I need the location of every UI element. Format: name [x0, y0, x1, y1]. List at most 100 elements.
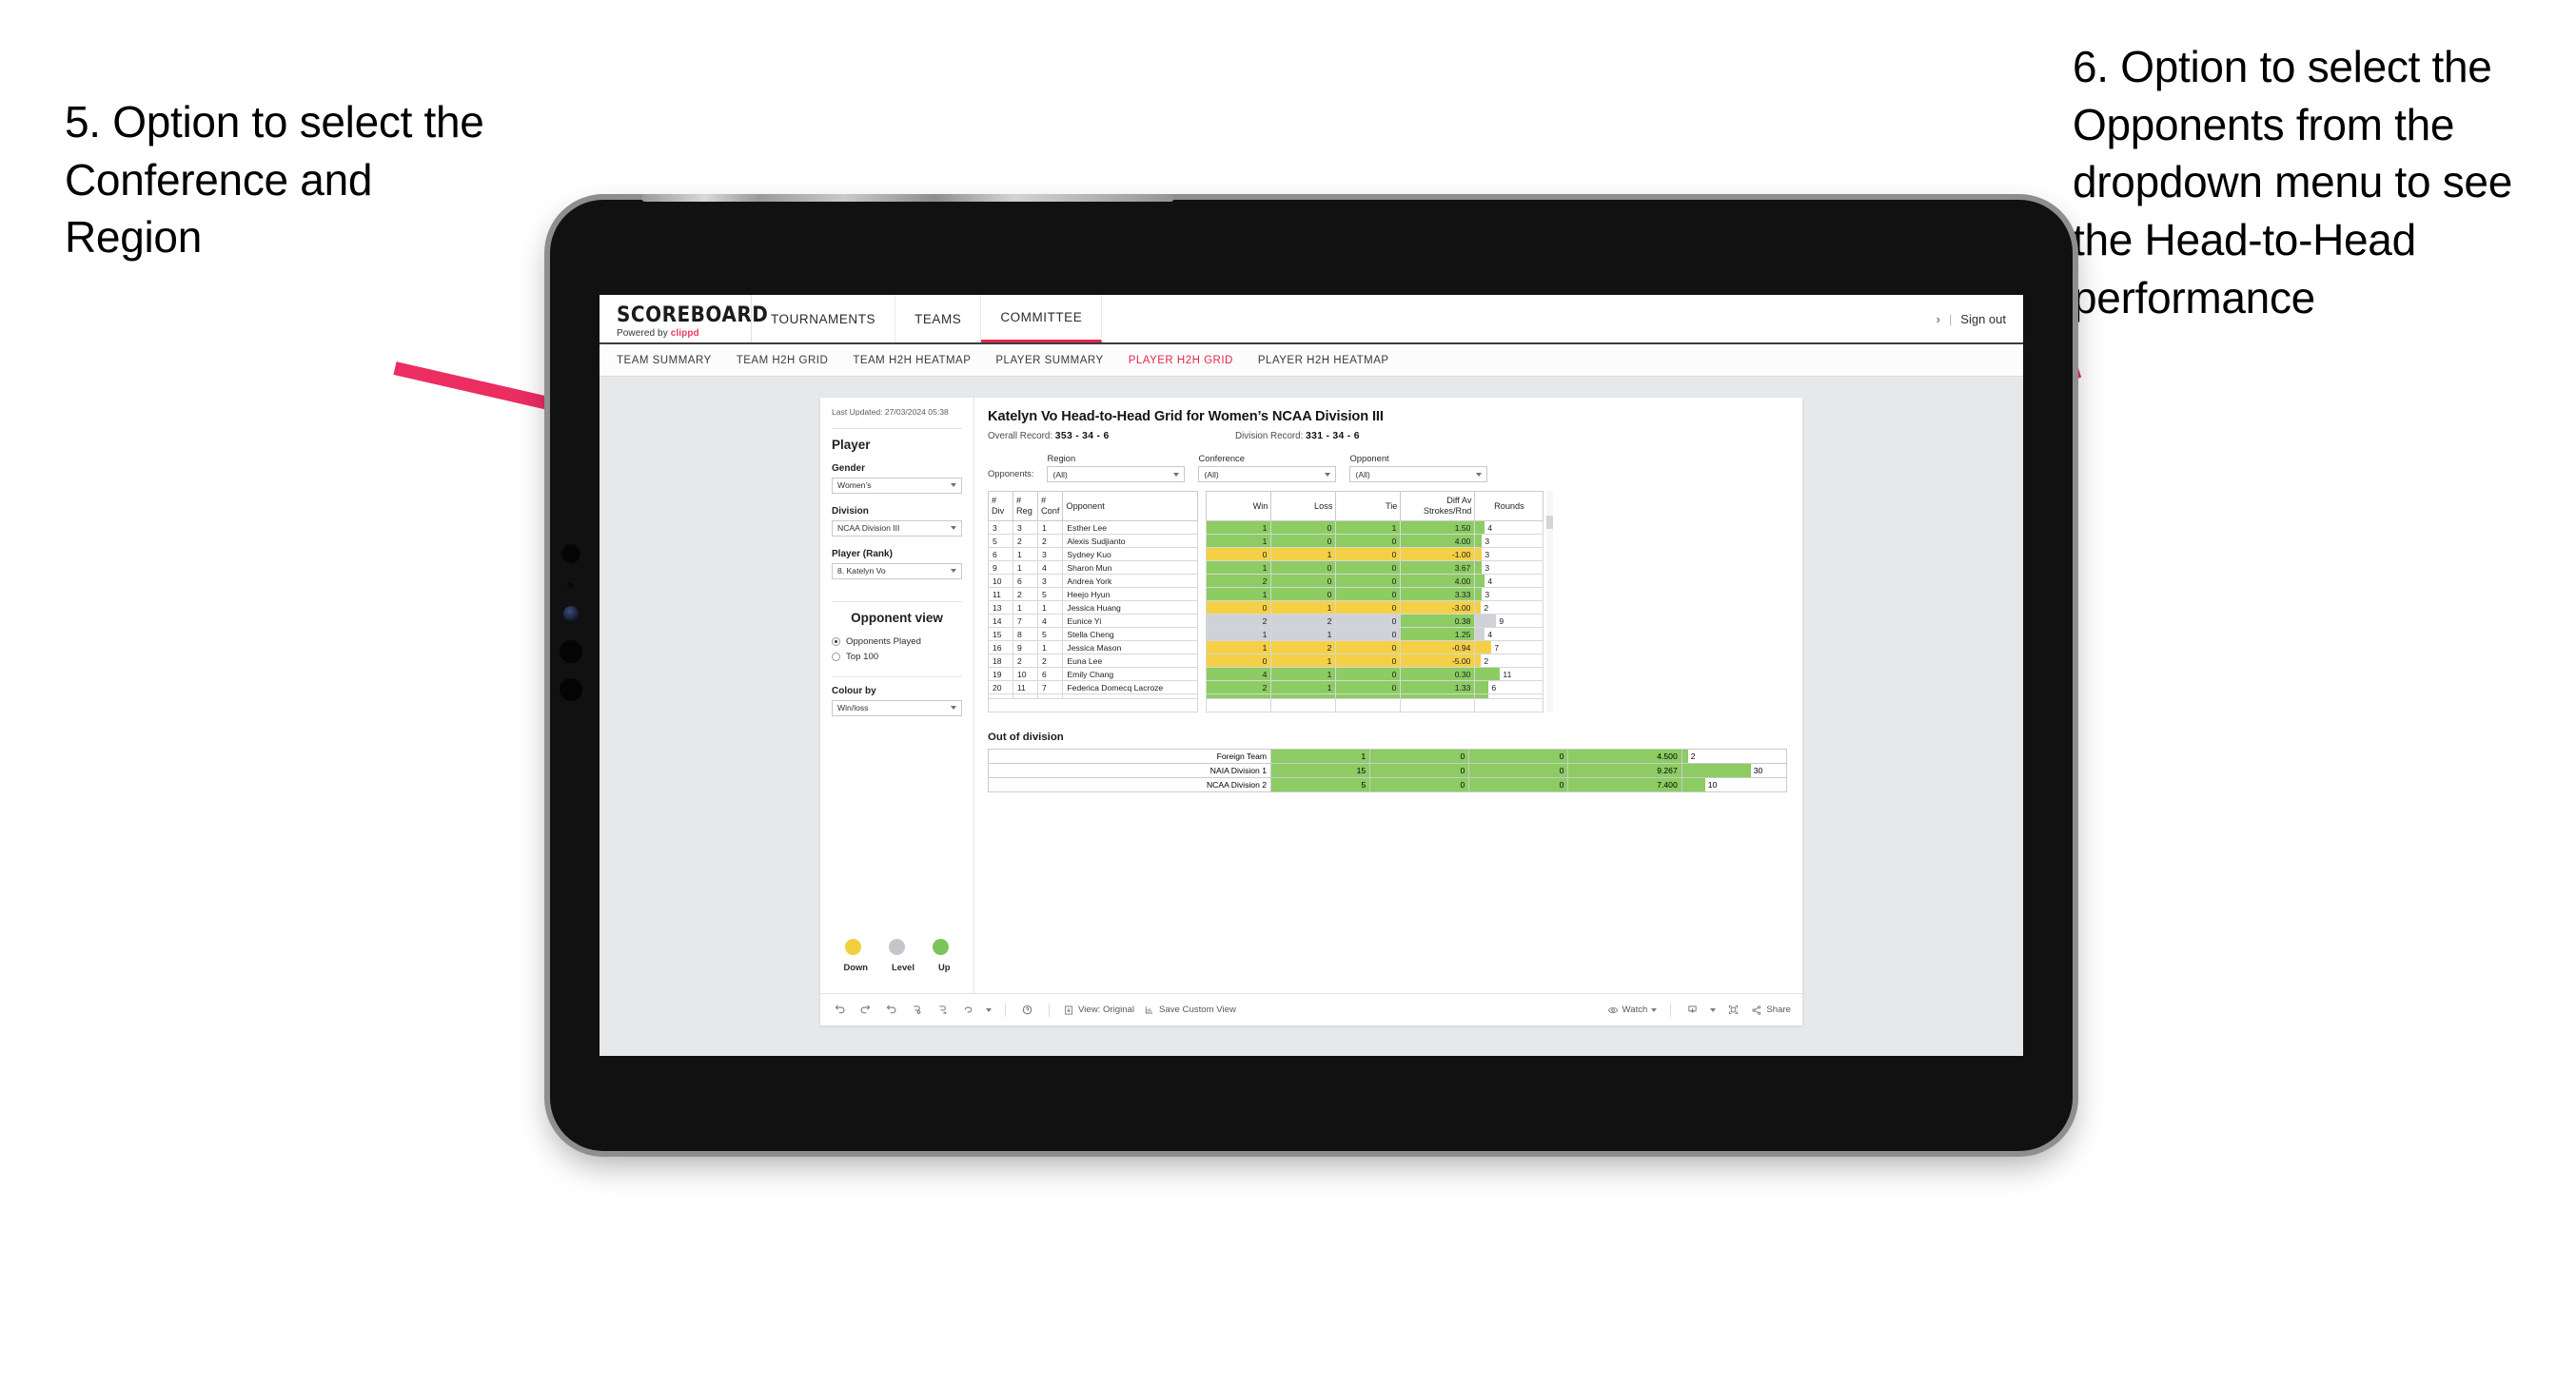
- chevron-right-icon[interactable]: ›: [1937, 312, 1940, 326]
- cell-loss: 0: [1270, 560, 1337, 576]
- cell-div: 19: [988, 667, 1013, 682]
- app-top-bar: SCOREBOARD Powered by clippd TOURNAMENTS…: [600, 295, 2023, 344]
- rounds-bar: [1475, 561, 1483, 575]
- subnav-team-h2h-heatmap[interactable]: TEAM H2H HEATMAP: [853, 355, 971, 366]
- table-row[interactable]: 18 2 2 Euna Lee 0 1 0 -5.00 2: [988, 654, 1544, 669]
- col-tie[interactable]: Tie: [1335, 490, 1402, 522]
- conference-select[interactable]: (All): [1198, 466, 1337, 482]
- table-row[interactable]: 14 7 4 Eunice Yi 2 2 0 0.38 9: [988, 614, 1544, 629]
- table-row[interactable]: 5 2 2 Alexis Sudjianto 1 0 0 4.00 3: [988, 534, 1544, 549]
- col-win[interactable]: Win: [1206, 490, 1272, 522]
- volume-up-button[interactable]: [560, 640, 582, 663]
- col-conf[interactable]: # Conf: [1036, 490, 1064, 522]
- table-row[interactable]: Foreign Team 1 0 0 4.500 2: [987, 749, 1788, 765]
- table-row[interactable]: 9 1 4 Sharon Mun 1 0 0 3.67 3: [988, 560, 1544, 576]
- cell-div: 16: [988, 640, 1013, 655]
- toolbar-separator-3: [1670, 1003, 1672, 1017]
- view-original-button[interactable]: View: Original: [1063, 1005, 1134, 1016]
- subnav-team-summary[interactable]: TEAM SUMMARY: [617, 355, 712, 366]
- nav-teams[interactable]: TEAMS: [895, 295, 982, 342]
- chevron-down-icon[interactable]: [986, 1007, 992, 1012]
- col-loss[interactable]: Loss: [1270, 490, 1337, 522]
- gender-select[interactable]: Women’s: [832, 477, 962, 494]
- cell-rounds: 4: [1474, 574, 1544, 589]
- refresh-data-icon[interactable]: [909, 1002, 925, 1018]
- cell-gap: [1197, 654, 1207, 668]
- cell-opponent: Euna Lee: [1062, 654, 1199, 669]
- help-icon[interactable]: [1019, 1002, 1035, 1018]
- rounds-value: 9: [1499, 615, 1504, 626]
- sign-out-link[interactable]: Sign out: [1960, 312, 2006, 326]
- front-camera-icon: [560, 542, 582, 565]
- col-rounds[interactable]: Rounds: [1474, 490, 1544, 522]
- table-row[interactable]: NAIA Division 1 15 0 0 9.267 30: [987, 763, 1788, 779]
- redo-icon[interactable]: [857, 1002, 874, 1018]
- cell-div: 20: [988, 680, 1013, 695]
- undo-icon[interactable]: [832, 1002, 848, 1018]
- colour-by-select[interactable]: Win/loss: [832, 699, 962, 716]
- cell-reg: 2: [1013, 654, 1038, 669]
- cell-rounds: [1474, 693, 1544, 700]
- legend-swatches: [832, 939, 962, 955]
- pause-updates-icon[interactable]: [934, 1002, 951, 1018]
- table-row[interactable]: 6 1 3 Sydney Kuo 0 1 0 -1.00 3: [988, 547, 1544, 562]
- col-reg[interactable]: # Reg: [1013, 490, 1038, 522]
- cell-rounds: 3: [1474, 560, 1544, 576]
- subnav-team-h2h-grid[interactable]: TEAM H2H GRID: [737, 355, 829, 366]
- cell-gap: [1197, 547, 1207, 561]
- table-row[interactable]: 20 11 7 Federica Domecq Lacroze 2 1 0 1.33 6: [988, 680, 1544, 695]
- annotation-5: 5. Option to select the Conference and R…: [65, 97, 484, 263]
- rounds-value: 4: [1487, 629, 1493, 639]
- download-icon[interactable]: [1684, 1002, 1701, 1018]
- colour-by-value: Win/loss: [837, 703, 869, 713]
- table-row[interactable]: 10 6 3 Andrea York 2 0 0 4.00 4: [988, 574, 1544, 589]
- region-label: Region: [1047, 453, 1076, 463]
- col-diff[interactable]: Diff Av Strokes/Rnd: [1400, 490, 1476, 522]
- watch-button[interactable]: Watch: [1607, 1005, 1658, 1016]
- share-button[interactable]: Share: [1751, 1005, 1791, 1016]
- sidebar-divider-3: [832, 675, 962, 677]
- radio-icon-selected: [832, 636, 840, 646]
- opponent-filter: Opponent (All): [1349, 453, 1488, 482]
- table-row[interactable]: 13 1 1 Jessica Huang 0 1 0 -3.00 2: [988, 600, 1544, 615]
- cell-rounds: 11: [1474, 667, 1544, 682]
- subnav-player-summary[interactable]: PLAYER SUMMARY: [995, 355, 1103, 366]
- cell-reg: 10: [1013, 667, 1038, 682]
- brand-logo[interactable]: SCOREBOARD Powered by clippd: [600, 295, 768, 342]
- region-select[interactable]: (All): [1047, 466, 1186, 482]
- opponent-select[interactable]: (All): [1349, 466, 1488, 482]
- cell-reg: 2: [1013, 534, 1038, 549]
- cell-gap: [1197, 574, 1207, 588]
- nav-committee[interactable]: COMMITTEE: [981, 295, 1103, 342]
- nav-tournaments[interactable]: TOURNAMENTS: [752, 295, 896, 342]
- grid-scrollbar[interactable]: [1546, 491, 1554, 713]
- save-custom-view-button[interactable]: Save Custom View: [1144, 1005, 1236, 1016]
- revert-icon[interactable]: [883, 1002, 899, 1018]
- table-row[interactable]: 3 3 1 Esther Lee 1 0 1 1.50 4: [988, 520, 1544, 536]
- rounds-value: 2: [1484, 655, 1489, 666]
- fullscreen-icon[interactable]: [1725, 1002, 1741, 1018]
- cell-div: 10: [988, 574, 1013, 589]
- table-row[interactable]: 15 8 5 Stella Cheng 1 1 0 1.25 4: [988, 627, 1544, 642]
- col-div[interactable]: # Div: [988, 490, 1013, 522]
- player-rank-select[interactable]: 8. Katelyn Vo: [832, 562, 962, 579]
- radio-top-100[interactable]: Top 100: [832, 652, 962, 662]
- cell-group-name: NAIA Division 1: [987, 763, 1272, 779]
- division-select[interactable]: NCAA Division III: [832, 519, 962, 537]
- chevron-down-icon[interactable]: [1651, 1007, 1658, 1012]
- col-opponent[interactable]: Opponent: [1062, 490, 1199, 522]
- colour-by-label: Colour by: [832, 685, 876, 696]
- radio-opponents-played[interactable]: Opponents Played: [832, 636, 962, 647]
- rounds-value: 30: [1753, 766, 1763, 776]
- volume-down-button[interactable]: [560, 678, 582, 701]
- highlight-icon[interactable]: [960, 1002, 976, 1018]
- subnav-player-h2h-heatmap[interactable]: PLAYER H2H HEATMAP: [1258, 355, 1389, 366]
- table-row[interactable]: 11 2 5 Heejo Hyun 1 0 0 3.33 3: [988, 587, 1544, 602]
- table-row[interactable]: NCAA Division 2 5 0 0 7.400 10: [987, 777, 1788, 793]
- cell-win: 1: [1206, 534, 1272, 549]
- table-row[interactable]: 19 10 6 Emily Chang 4 1 0 0.30 11: [988, 667, 1544, 682]
- table-row[interactable]: 16 9 1 Jessica Mason 1 2 0 -0.94 7: [988, 640, 1544, 655]
- chevron-down-icon[interactable]: [1710, 1007, 1717, 1012]
- subnav-player-h2h-grid[interactable]: PLAYER H2H GRID: [1129, 355, 1233, 366]
- grid-scrollbar-thumb[interactable]: [1546, 516, 1554, 529]
